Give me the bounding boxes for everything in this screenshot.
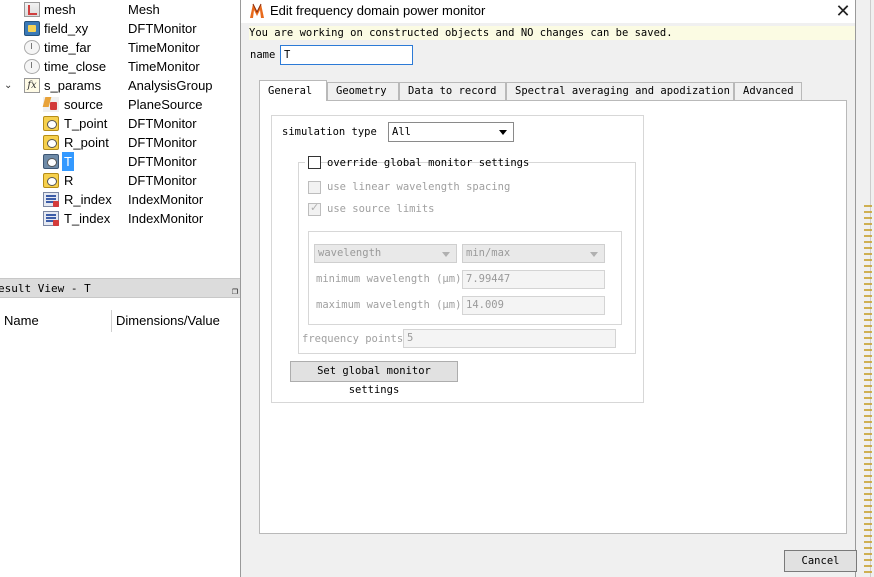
tree-item-type: DFTMonitor xyxy=(128,173,197,188)
tab-data-to-record[interactable]: Data to record xyxy=(399,82,506,100)
tree-item-name: s_params xyxy=(44,78,102,93)
app-logo-icon xyxy=(250,3,264,18)
range-mode-value: wavelength xyxy=(318,247,382,259)
tree-item-type: TimeMonitor xyxy=(128,40,200,55)
tree-item-field-xy[interactable]: field_xy DFTMonitor xyxy=(0,19,240,38)
dft-monitor-icon xyxy=(43,116,59,131)
max-wavelength-input[interactable]: 14.009 xyxy=(462,296,605,315)
tree-item-type: AnalysisGroup xyxy=(128,78,213,93)
max-wavelength-label: maximum wavelength (μm) xyxy=(316,299,462,311)
frequency-points-label: frequency points xyxy=(302,333,404,345)
tree-item-t[interactable]: T DFTMonitor xyxy=(0,152,240,171)
general-settings-box: simulation type All override global moni… xyxy=(271,115,644,403)
tree-item-r[interactable]: R DFTMonitor xyxy=(0,171,240,190)
close-icon[interactable]: ✕ xyxy=(831,0,855,23)
source-limits-label: use source limits xyxy=(327,203,435,215)
override-settings-group: override global monitor settings use lin… xyxy=(298,155,636,354)
result-view-titlebar[interactable]: esult View - T ❐ xyxy=(0,278,240,298)
tree-item-name: time_far xyxy=(44,40,91,55)
tree-item-type: TimeMonitor xyxy=(128,59,200,74)
chevron-down-icon[interactable]: ⌄ xyxy=(4,76,14,95)
tree-item-t-point[interactable]: T_point DFTMonitor xyxy=(0,114,240,133)
tree-item-type: IndexMonitor xyxy=(128,211,204,226)
tab-spectral-averaging[interactable]: Spectral averaging and apodization xyxy=(506,82,734,100)
column-divider[interactable] xyxy=(111,310,112,332)
tree-item-t-index[interactable]: T_index IndexMonitor xyxy=(0,209,240,228)
dft-monitor-icon xyxy=(24,21,40,36)
column-header-name[interactable]: Name xyxy=(4,313,39,328)
chevron-down-icon xyxy=(499,130,507,135)
tab-panel-general: simulation type All override global moni… xyxy=(259,100,847,534)
dialog-title: Edit frequency domain power monitor xyxy=(270,3,486,18)
chevron-down-icon xyxy=(442,252,450,257)
tree-item-name: time_close xyxy=(44,59,107,74)
tree-item-name: R xyxy=(64,173,74,188)
object-tree: mesh Mesh field_xy DFTMonitor time_far T… xyxy=(0,0,240,270)
tree-item-source[interactable]: source PlaneSource xyxy=(0,95,240,114)
plane-source-icon xyxy=(43,97,59,112)
frequency-points-input[interactable]: 5 xyxy=(403,329,616,348)
index-monitor-icon xyxy=(43,211,59,226)
dashed-line xyxy=(864,205,872,577)
analysis-group-icon: fx xyxy=(24,78,40,93)
min-wavelength-input[interactable]: 7.99447 xyxy=(462,270,605,289)
tree-item-type: Mesh xyxy=(128,2,160,17)
tree-item-name: T_index xyxy=(64,211,111,226)
index-monitor-icon xyxy=(43,192,59,207)
dft-monitor-icon xyxy=(43,154,59,169)
mesh-icon xyxy=(24,2,40,17)
time-monitor-icon xyxy=(24,59,40,74)
tree-item-s-params[interactable]: ⌄ fx s_params AnalysisGroup xyxy=(0,76,240,95)
wavelength-range-group: wavelength min/max minimum wavelength (μ… xyxy=(308,231,622,325)
edit-monitor-dialog: Edit frequency domain power monitor ✕ Yo… xyxy=(240,0,857,577)
tree-item-r-point[interactable]: R_point DFTMonitor xyxy=(0,133,240,152)
tree-item-type: PlaneSource xyxy=(128,97,203,112)
tree-item-time-far[interactable]: time_far TimeMonitor xyxy=(0,38,240,57)
set-global-settings-button[interactable]: Set global monitor settings xyxy=(290,361,458,396)
tree-item-name: R_point xyxy=(64,135,109,150)
name-label: name xyxy=(250,49,276,61)
readonly-warning: You are working on constructed objects a… xyxy=(249,26,855,40)
tree-item-type: IndexMonitor xyxy=(128,192,204,207)
dft-monitor-icon xyxy=(43,173,59,188)
name-input[interactable]: T xyxy=(280,45,413,65)
tree-item-r-index[interactable]: R_index IndexMonitor xyxy=(0,190,240,209)
tree-item-time-close[interactable]: time_close TimeMonitor xyxy=(0,57,240,76)
tree-item-mesh[interactable]: mesh Mesh xyxy=(0,0,240,19)
tab-general[interactable]: General xyxy=(259,80,327,101)
tree-item-name: mesh xyxy=(44,2,76,17)
dialog-titlebar[interactable]: Edit frequency domain power monitor ✕ xyxy=(241,0,855,23)
restore-icon[interactable]: ❐ xyxy=(232,282,238,301)
time-monitor-icon xyxy=(24,40,40,55)
tree-item-type: DFTMonitor xyxy=(128,154,197,169)
simulation-type-label: simulation type xyxy=(282,126,377,138)
tree-item-name: T xyxy=(62,152,74,171)
chevron-down-icon xyxy=(590,252,598,257)
range-type-select[interactable]: min/max xyxy=(462,244,605,263)
range-type-value: min/max xyxy=(466,247,511,259)
tab-geometry[interactable]: Geometry xyxy=(327,82,399,100)
tree-item-type: DFTMonitor xyxy=(128,21,197,36)
tree-item-name: field_xy xyxy=(44,21,89,36)
result-view-header: Name Dimensions/Value xyxy=(0,310,240,332)
cancel-button[interactable]: Cancel xyxy=(784,550,857,572)
linear-spacing-label: use linear wavelength spacing xyxy=(327,181,511,193)
tree-item-type: DFTMonitor xyxy=(128,135,197,150)
tab-advanced[interactable]: Advanced xyxy=(734,82,802,100)
tree-item-name: R_index xyxy=(64,192,112,207)
tree-item-name: T_point xyxy=(64,116,108,131)
min-wavelength-label: minimum wavelength (μm) xyxy=(316,273,462,285)
simulation-type-select[interactable]: All xyxy=(388,122,514,142)
dft-monitor-icon xyxy=(43,135,59,150)
tree-item-name: source xyxy=(64,97,104,112)
simulation-type-value: All xyxy=(392,126,411,138)
column-header-dimensions[interactable]: Dimensions/Value xyxy=(116,313,220,328)
background-canvas-edge xyxy=(856,0,874,577)
linear-spacing-checkbox[interactable] xyxy=(308,181,321,194)
tree-item-type: DFTMonitor xyxy=(128,116,197,131)
result-view-title: esult View - T xyxy=(0,282,91,295)
range-mode-select[interactable]: wavelength xyxy=(314,244,457,263)
source-limits-checkbox[interactable] xyxy=(308,201,321,216)
